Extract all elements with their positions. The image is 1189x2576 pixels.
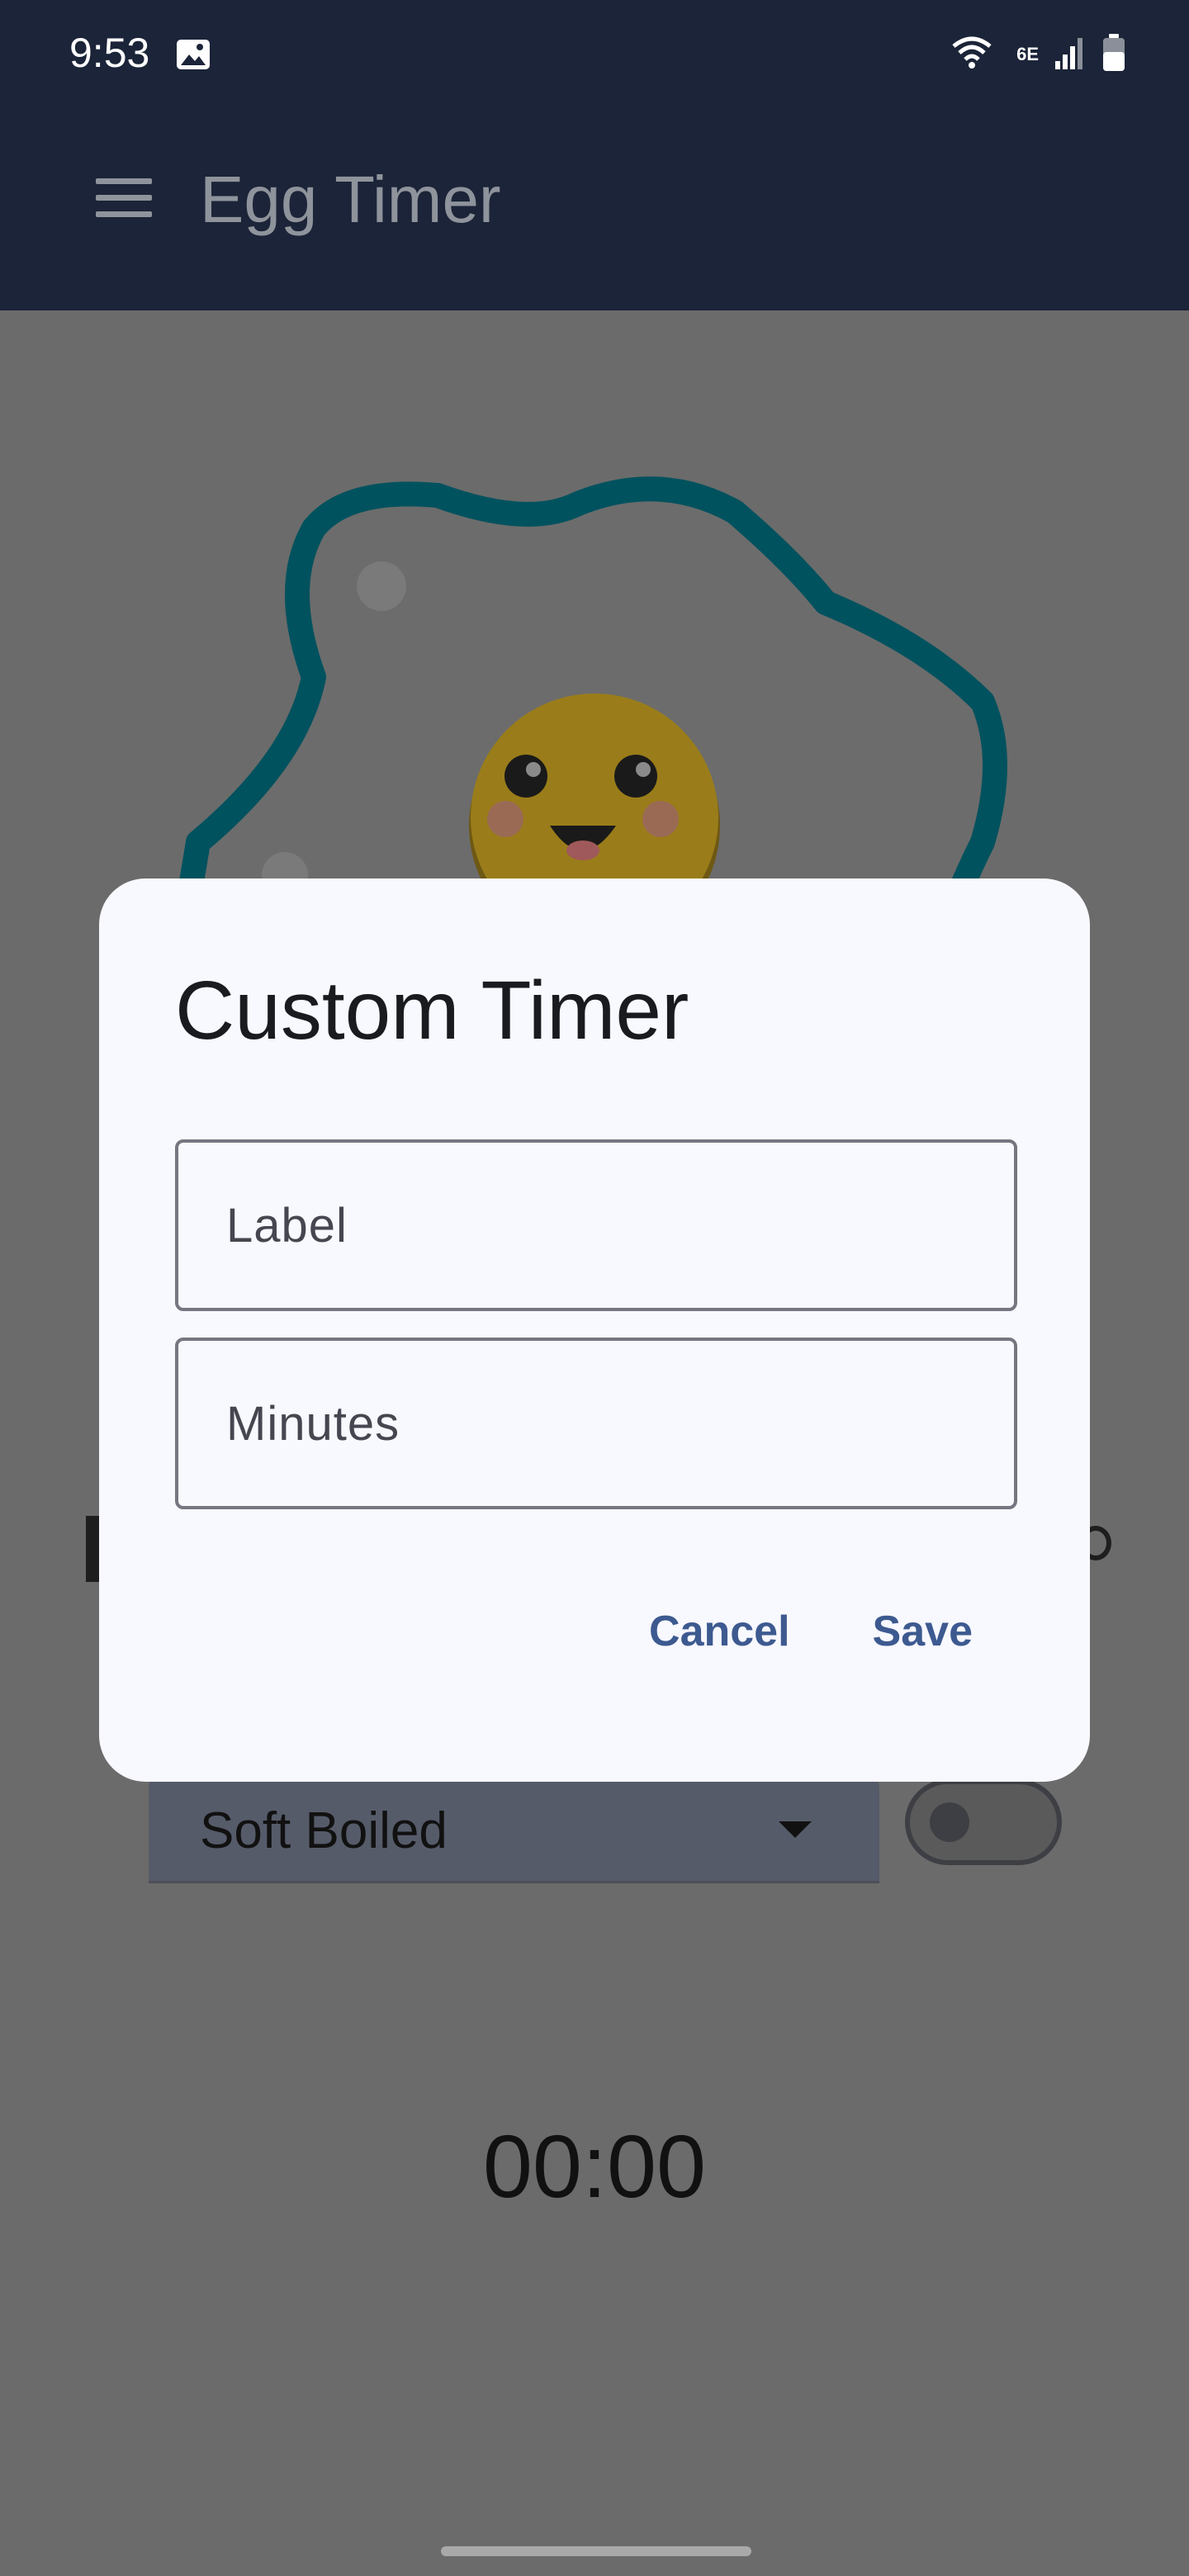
app-title: Egg Timer	[200, 163, 501, 236]
wifi-icon	[952, 35, 1002, 75]
label-input[interactable]	[178, 1143, 1014, 1308]
status-bar: 9:53 6E	[0, 0, 1189, 107]
cancel-button[interactable]: Cancel	[649, 1605, 790, 1658]
home-indicator[interactable]	[441, 2546, 751, 2556]
app-bar: Egg Timer	[0, 107, 1189, 310]
dropdown-arrow-icon	[779, 1821, 812, 1838]
custom-timer-dialog: Custom Timer Cancel Save	[99, 878, 1090, 1782]
minutes-field[interactable]	[175, 1338, 1017, 1509]
menu-icon[interactable]	[96, 178, 152, 218]
gallery-icon	[177, 40, 210, 69]
status-icons: 6E	[952, 33, 1126, 76]
alarm-toggle-switch[interactable]	[905, 1779, 1062, 1865]
toggle-thumb	[930, 1802, 969, 1842]
dialog-title: Custom Timer	[175, 964, 689, 1057]
dialog-actions: Cancel Save	[649, 1605, 973, 1658]
battery-icon	[1101, 33, 1126, 76]
minutes-input[interactable]	[178, 1341, 1014, 1506]
egg-type-dropdown[interactable]: Soft Boiled	[149, 1775, 879, 1883]
save-button[interactable]: Save	[873, 1605, 973, 1658]
egg-type-selected-value: Soft Boiled	[200, 1802, 448, 1859]
network-type-label: 6E	[1016, 44, 1039, 64]
timer-display: 00:00	[482, 2116, 707, 2216]
label-field[interactable]	[175, 1139, 1017, 1311]
status-time: 9:53	[69, 30, 150, 76]
signal-icon	[1054, 35, 1087, 75]
